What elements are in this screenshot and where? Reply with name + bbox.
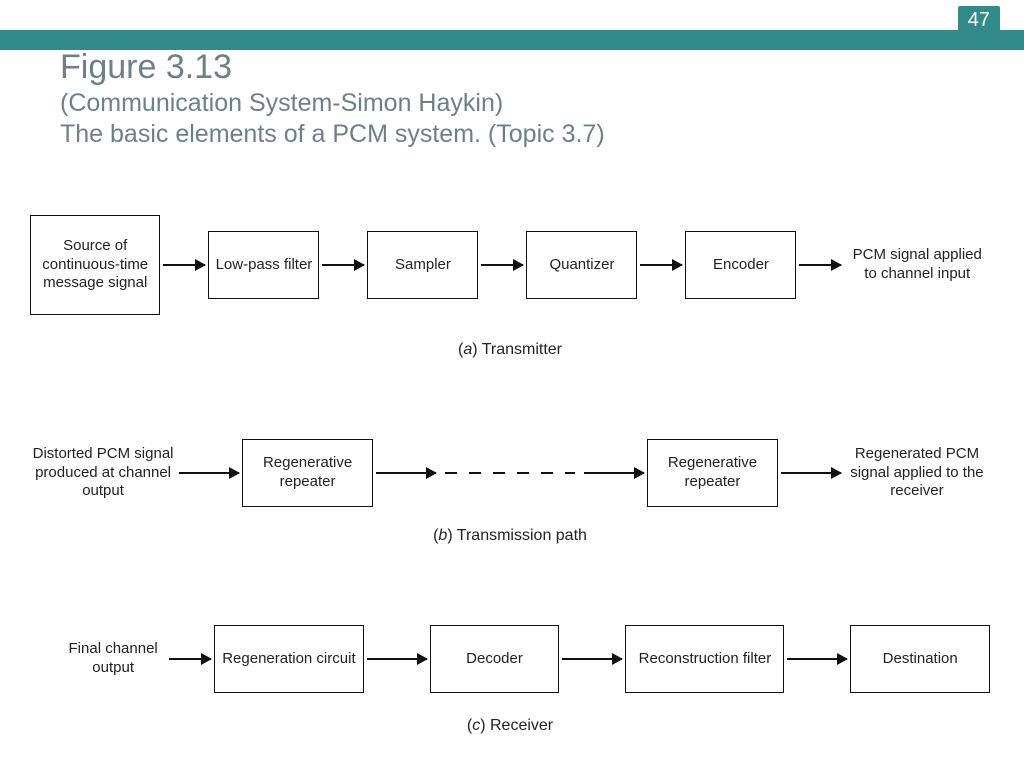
- label-distorted-pcm: Distorted PCM signal produced at channel…: [30, 445, 176, 501]
- arrow-icon: [179, 472, 239, 474]
- caption-transmitter: (a) Transmitter: [30, 341, 990, 359]
- arrow-icon: [787, 658, 847, 660]
- arrow-icon: [169, 658, 211, 660]
- arrow-icon: [481, 264, 523, 266]
- transmission-path-row: Distorted PCM signal produced at channel…: [30, 439, 990, 507]
- arrow-icon: [640, 264, 682, 266]
- figure-title: Figure 3.13: [60, 48, 984, 87]
- block-source: Source of continuous-time message signal: [30, 215, 160, 315]
- block-lpf: Low-pass filter: [208, 231, 319, 299]
- block-repeater-1: Regenerative repeater: [242, 439, 373, 507]
- page-number: 47: [958, 6, 1000, 36]
- block-repeater-2: Regenerative repeater: [647, 439, 778, 507]
- block-destination: Destination: [850, 625, 990, 693]
- label-pcm-to-channel: PCM signal applied to channel input: [844, 246, 990, 284]
- block-quantizer: Quantizer: [526, 231, 637, 299]
- caption-receiver: (c) Receiver: [30, 717, 990, 735]
- block-decoder: Decoder: [430, 625, 560, 693]
- label-final-channel-output: Final channel output: [60, 640, 166, 678]
- arrow-icon: [322, 264, 364, 266]
- arrow-icon: [163, 264, 205, 266]
- label-regenerated-pcm: Regenerated PCM signal applied to the re…: [844, 445, 990, 501]
- block-encoder: Encoder: [685, 231, 796, 299]
- caption-transmitter-text: Transmitter: [482, 341, 562, 358]
- transmitter-row: Source of continuous-time message signal…: [30, 215, 990, 315]
- arrow-icon: [781, 472, 841, 474]
- slide-top-stripe: 47: [0, 0, 1024, 52]
- arrow-icon: [584, 472, 644, 474]
- caption-transmission-path-text: Transmission path: [457, 527, 587, 544]
- arrow-icon: [799, 264, 841, 266]
- caption-receiver-text: Receiver: [490, 717, 553, 734]
- arrow-icon: [562, 658, 622, 660]
- arrow-icon: [376, 472, 436, 474]
- slide: 47 Figure 3.13 (Communication System-Sim…: [0, 0, 1024, 768]
- block-regeneration-circuit: Regeneration circuit: [214, 625, 363, 693]
- title-block: Figure 3.13 (Communication System-Simon …: [60, 48, 984, 149]
- diagram-area: Source of continuous-time message signal…: [30, 205, 990, 745]
- figure-subtitle-1: (Communication System-Simon Haykin): [60, 89, 984, 118]
- caption-transmission-path: (b) Transmission path: [30, 527, 990, 545]
- block-sampler: Sampler: [367, 231, 478, 299]
- arrow-icon: [367, 658, 427, 660]
- figure-subtitle-2: The basic elements of a PCM system. (Top…: [60, 120, 984, 149]
- receiver-row: Final channel output Regeneration circui…: [30, 625, 990, 693]
- block-reconstruction-filter: Reconstruction filter: [625, 625, 784, 693]
- dashed-line-icon: [445, 472, 575, 474]
